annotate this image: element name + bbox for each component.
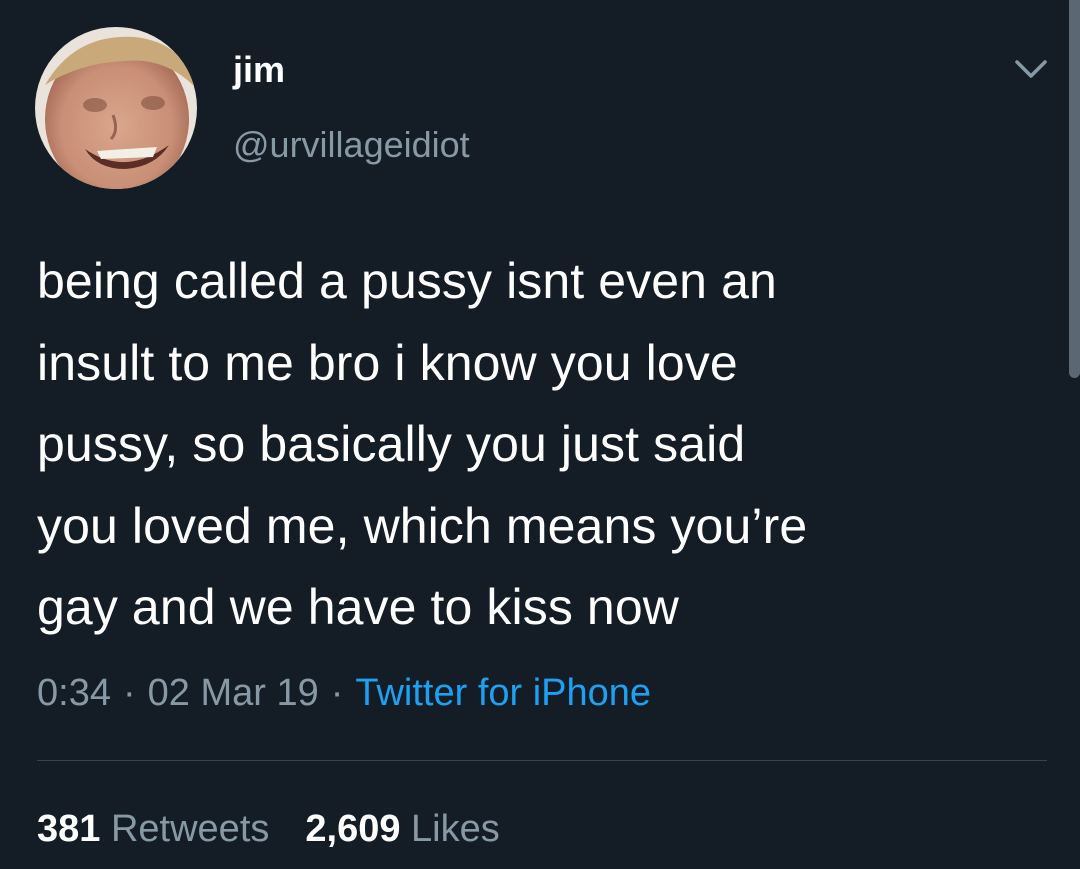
- likes-stat[interactable]: 2,609 Likes: [305, 808, 499, 850]
- tweet-stats: 381 Retweets 2,609 Likes: [37, 810, 500, 848]
- tweet-time[interactable]: 0:34: [37, 672, 111, 714]
- likes-label: Likes: [411, 808, 500, 850]
- tweet-date[interactable]: 02 Mar 19: [148, 672, 319, 714]
- meta-separator: ·: [122, 672, 136, 714]
- tweet-text-line: pussy, so basically you just said: [37, 416, 746, 472]
- retweets-count: 381: [37, 808, 101, 850]
- divider: [37, 760, 1047, 761]
- scrollbar-thumb[interactable]: [1069, 0, 1080, 378]
- tweet-card: jim @urvillageidiot being called a pussy…: [0, 0, 1080, 869]
- tweet-text: being called a pussy isnt even an insult…: [37, 241, 1047, 649]
- avatar[interactable]: [35, 27, 197, 189]
- tweet-text-line: you loved me, which means you’re: [37, 497, 808, 554]
- tweet-text-line: being called a pussy isnt even an: [37, 253, 777, 309]
- likes-count: 2,609: [305, 808, 401, 850]
- tweet-meta: 0:34 · 02 Mar 19 · Twitter for iPhone: [37, 674, 651, 712]
- tweet-text-line: gay and we have to kiss now: [37, 579, 679, 635]
- meta-separator: ·: [330, 672, 344, 714]
- chevron-down-icon[interactable]: [1013, 56, 1049, 84]
- user-handle[interactable]: @urvillageidiot: [233, 127, 470, 163]
- display-name[interactable]: jim: [233, 52, 285, 88]
- retweets-label: Retweets: [110, 808, 270, 850]
- avatar-photo-icon: [35, 27, 197, 189]
- tweet-source-link[interactable]: Twitter for iPhone: [355, 672, 651, 714]
- tweet-text-line: insult to me bro i know you love: [37, 334, 738, 391]
- retweets-stat[interactable]: 381 Retweets: [37, 808, 269, 850]
